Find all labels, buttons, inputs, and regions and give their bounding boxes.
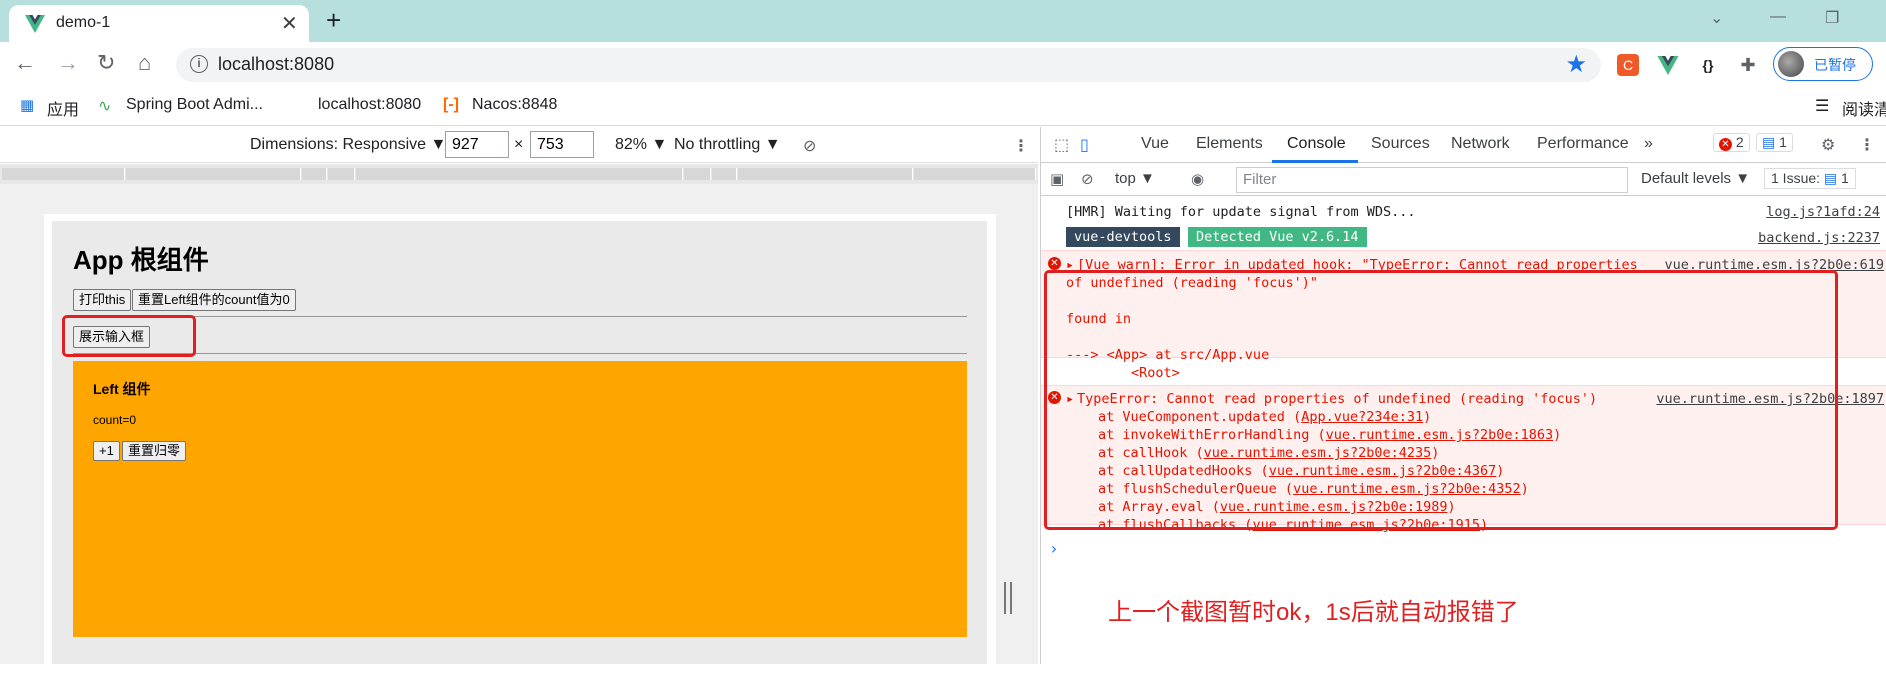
devtools-menu-icon[interactable]: ⋮ bbox=[1859, 135, 1875, 155]
more-options-icon[interactable]: ⋮ bbox=[1013, 136, 1029, 156]
address-toolbar: ← → ↻ ⌂ i localhost:8080 ★ C {} ✚ 已暂停 bbox=[0, 42, 1886, 88]
error-counter[interactable]: ✕ 2 bbox=[1713, 133, 1750, 152]
left-component-title: Left 组件 bbox=[93, 381, 151, 397]
home-icon[interactable]: ⌂ bbox=[138, 50, 151, 76]
extensions-puzzle-icon[interactable]: ✚ bbox=[1737, 54, 1759, 76]
height-input[interactable] bbox=[530, 131, 594, 158]
tab-strip: demo-1 ✕ + ⌄ — ❐ bbox=[0, 0, 1886, 42]
apps-grid-icon[interactable]: ▦ bbox=[20, 96, 34, 114]
zoom-select[interactable]: 82% ▼ bbox=[615, 136, 667, 154]
print-this-button[interactable]: 打印this bbox=[73, 289, 132, 311]
issues-label: 1 Issue: bbox=[1771, 170, 1821, 186]
site-info-icon[interactable]: i bbox=[190, 55, 208, 73]
console-source-link[interactable]: backend.js:2237 bbox=[1758, 230, 1880, 246]
issues-icon: ▤ bbox=[1823, 170, 1838, 186]
dimensions-select[interactable]: Dimensions: Responsive ▼ bbox=[250, 136, 446, 154]
message-count: 1 bbox=[1779, 134, 1787, 150]
tab-search-icon[interactable]: ⌄ bbox=[1710, 8, 1723, 28]
message-icon: ▤ bbox=[1762, 134, 1776, 150]
highlight-box-errors bbox=[1044, 270, 1838, 530]
live-expression-eye-icon[interactable]: ◉ bbox=[1191, 170, 1204, 188]
vue-devtools-badge: vue-devtools bbox=[1066, 227, 1180, 247]
restore-icon[interactable]: ❐ bbox=[1825, 8, 1839, 28]
error-icon: ✕ bbox=[1719, 138, 1732, 151]
error-count: 2 bbox=[1735, 134, 1744, 150]
tab-close-icon[interactable]: ✕ bbox=[281, 11, 298, 36]
tab-performance[interactable]: Performance bbox=[1537, 135, 1629, 153]
more-tabs-icon[interactable]: » bbox=[1644, 135, 1653, 153]
count-text: count=0 bbox=[93, 413, 137, 427]
browser-tab[interactable]: demo-1 ✕ bbox=[9, 5, 309, 42]
tab-sources[interactable]: Sources bbox=[1371, 135, 1430, 153]
minimize-icon[interactable]: — bbox=[1770, 8, 1786, 26]
log-levels-select[interactable]: Default levels ▼ bbox=[1641, 170, 1750, 187]
nacos-icon: [-] bbox=[443, 96, 459, 113]
issues-count: 1 bbox=[1841, 170, 1849, 186]
context-select[interactable]: top ▼ bbox=[1115, 170, 1155, 187]
address-bar[interactable]: i localhost:8080 ★ bbox=[176, 48, 1601, 82]
settings-gear-icon[interactable]: ⚙ bbox=[1821, 135, 1835, 155]
bookmarks-bar: ▦ 应用 ∿ Spring Boot Admi... localhost:808… bbox=[0, 88, 1886, 201]
forward-icon[interactable]: → bbox=[57, 50, 79, 76]
tab-vue[interactable]: Vue bbox=[1141, 135, 1169, 153]
console-prompt[interactable]: › bbox=[1049, 539, 1059, 558]
tab-elements[interactable]: Elements bbox=[1196, 135, 1263, 153]
tab-network[interactable]: Network bbox=[1451, 135, 1510, 153]
tab-title: demo-1 bbox=[56, 14, 111, 31]
console-filter-input[interactable]: Filter bbox=[1236, 167, 1628, 193]
reading-list-icon[interactable]: ☰ bbox=[1815, 96, 1829, 116]
throttle-select[interactable]: No throttling ▼ bbox=[674, 136, 781, 154]
plus-one-button[interactable]: +1 bbox=[93, 441, 120, 461]
detected-vue-badge: Detected Vue v2.6.14 bbox=[1188, 227, 1367, 247]
bookmark-nacos[interactable]: Nacos:8848 bbox=[472, 96, 557, 114]
message-counter[interactable]: ▤ 1 bbox=[1756, 133, 1793, 152]
reset-zero-button[interactable]: 重置归零 bbox=[122, 441, 187, 461]
pulse-icon: ∿ bbox=[98, 98, 112, 115]
json-extension-icon[interactable]: {} bbox=[1697, 54, 1719, 76]
tab-console-underline bbox=[1272, 160, 1358, 163]
bookmark-localhost[interactable]: localhost:8080 bbox=[318, 96, 421, 114]
divider bbox=[73, 316, 967, 317]
console-toolbar: ▣ ⊘ top ▼ ◉ Filter Default levels ▼ 1 Is… bbox=[1041, 164, 1886, 196]
annotation-text: 上一个截图暂时ok，1s后就自动报错了 bbox=[1108, 599, 1519, 626]
times-sign: × bbox=[514, 136, 524, 153]
reload-icon[interactable]: ↻ bbox=[97, 50, 115, 76]
console-hmr-message: [HMR] Waiting for update signal from WDS… bbox=[1066, 204, 1416, 220]
vue-devtools-extension-icon[interactable] bbox=[1657, 56, 1679, 75]
tab-console[interactable]: Console bbox=[1287, 135, 1346, 153]
reading-list-label[interactable]: 阅读清 bbox=[1842, 96, 1886, 120]
profile-status: 已暂停 bbox=[1814, 57, 1856, 73]
reset-left-count-button[interactable]: 重置Left组件的count值为0 bbox=[132, 289, 296, 311]
clear-console-icon[interactable]: ⊘ bbox=[1081, 170, 1094, 188]
error-icon: ✕ bbox=[1048, 257, 1061, 270]
new-tab-icon[interactable]: + bbox=[326, 5, 341, 36]
device-toggle-icon[interactable]: ▯ bbox=[1080, 135, 1089, 155]
vue-logo-icon bbox=[25, 15, 45, 33]
avatar bbox=[1778, 51, 1804, 77]
issues-button[interactable]: 1 Issue: ▤ 1 bbox=[1764, 168, 1856, 189]
bookmark-star-icon[interactable]: ★ bbox=[1565, 50, 1587, 79]
left-component: Left 组件 count=0 +1 重置归零 bbox=[73, 361, 967, 637]
profile-button[interactable]: 已暂停 bbox=[1773, 47, 1873, 81]
device-toolbar: Dimensions: Responsive ▼ × 82% ▼ No thro… bbox=[0, 127, 1038, 163]
console-source-link[interactable]: log.js?1afd:24 bbox=[1766, 204, 1880, 220]
viewport-resize-handle[interactable] bbox=[1004, 582, 1012, 614]
media-query-ruler[interactable] bbox=[0, 164, 1038, 184]
back-icon[interactable]: ← bbox=[14, 50, 36, 76]
devtools-tab-bar: ⬚ ▯ Vue Elements Console Sources Network… bbox=[1041, 127, 1886, 163]
highlight-box-show-input bbox=[62, 315, 196, 357]
bookmark-spring-boot-admin[interactable]: Spring Boot Admi... bbox=[126, 96, 263, 114]
app-title: App 根组件 bbox=[73, 245, 209, 275]
rotate-icon[interactable]: ⊘ bbox=[803, 136, 816, 156]
sidebar-toggle-icon[interactable]: ▣ bbox=[1050, 170, 1064, 188]
extension-c-icon[interactable]: C bbox=[1617, 54, 1639, 76]
divider bbox=[73, 353, 967, 354]
width-input[interactable] bbox=[445, 131, 509, 158]
inspect-element-icon[interactable]: ⬚ bbox=[1054, 135, 1069, 155]
bookmark-apps[interactable]: 应用 bbox=[47, 96, 79, 120]
url-text[interactable]: localhost:8080 bbox=[218, 54, 334, 75]
